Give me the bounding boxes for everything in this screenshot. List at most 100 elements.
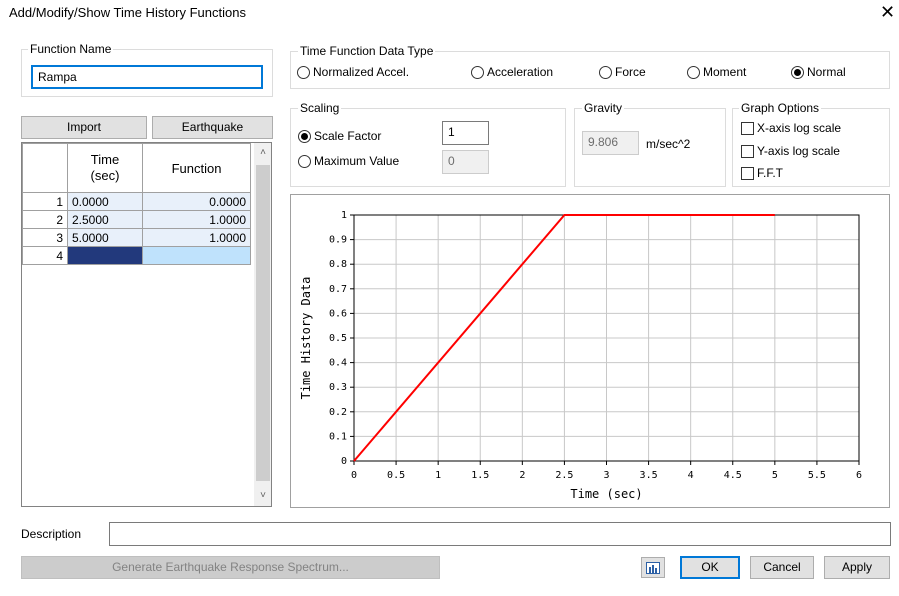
y-axis-label: Time History Data [299, 277, 313, 400]
radio-checked-icon [791, 65, 804, 79]
function-cell[interactable]: 0.0000 [142, 192, 251, 211]
radio-label: Normalized Accel. [313, 65, 410, 79]
gravity-label: Gravity [582, 101, 625, 115]
radio-icon [471, 65, 484, 79]
x-axis-label: Time (sec) [570, 487, 642, 501]
graph-icon-button[interactable] [641, 557, 665, 578]
y-tick-label: 0.4 [329, 358, 347, 369]
y-tick-label: 0.9 [329, 235, 347, 246]
radio-label: Moment [703, 65, 747, 79]
checkbox-icon [741, 121, 754, 135]
y-tick-label: 1 [341, 210, 347, 221]
y-tick-label: 0.3 [329, 382, 347, 393]
y-tick-label: 0 [341, 456, 347, 467]
x-tick-label: 2.5 [555, 470, 573, 481]
column-header-function[interactable]: Function [142, 143, 251, 193]
radio-normalized-accel[interactable]: Normalized Accel. [297, 65, 409, 79]
row-number[interactable]: 4 [22, 246, 68, 265]
cancel-button[interactable]: Cancel [750, 556, 814, 579]
radio-label: Scale Factor [314, 129, 382, 143]
checkbox-y-log[interactable]: Y-axis log scale [741, 144, 840, 158]
checkbox-label: X-axis log scale [757, 121, 842, 135]
function-cell[interactable]: 1.0000 [142, 228, 251, 247]
x-tick-label: 5.5 [808, 470, 826, 481]
radio-scale-factor[interactable]: Scale Factor [298, 129, 381, 143]
row-number[interactable]: 2 [22, 210, 68, 229]
scroll-up-icon[interactable]: ˄ [254, 143, 271, 163]
time-cell[interactable]: 5.0000 [67, 228, 143, 247]
scrollbar-thumb[interactable] [256, 165, 270, 481]
y-tick-label: 0.2 [329, 407, 347, 418]
description-input[interactable] [109, 522, 891, 546]
time-cell[interactable]: 0.0000 [67, 192, 143, 211]
chart-icon [646, 562, 660, 574]
y-tick-label: 0.6 [329, 308, 347, 319]
radio-acceleration[interactable]: Acceleration [471, 65, 553, 79]
corner-cell [22, 143, 68, 193]
scale-factor-input[interactable]: 1 [442, 121, 489, 145]
ok-button[interactable]: OK [680, 556, 740, 579]
gravity-input[interactable]: 9.806 [582, 131, 639, 155]
table-row[interactable]: 4 [22, 246, 251, 265]
radio-label: Force [615, 65, 646, 79]
radio-icon [687, 65, 700, 79]
time-cell-selected[interactable] [67, 246, 143, 265]
y-tick-label: 0.1 [329, 431, 347, 442]
checkbox-fft[interactable]: F.F.T [741, 166, 783, 180]
radio-checked-icon [298, 129, 311, 143]
table-row[interactable]: 1 0.0000 0.0000 [22, 192, 251, 211]
y-tick-label: 0.7 [329, 284, 347, 295]
import-button[interactable]: Import [21, 116, 147, 139]
description-label: Description [21, 527, 82, 541]
checkbox-x-log[interactable]: X-axis log scale [741, 121, 841, 135]
x-tick-label: 3 [603, 470, 609, 481]
radio-normal[interactable]: Normal [791, 65, 846, 79]
plot-frame: 0 0.5 1 1.5 2 2.5 3 3.5 4 4.5 5 5.5 6 0 0.1 0.2 0.3 0.4 0.… [290, 194, 890, 508]
radio-force[interactable]: Force [599, 65, 646, 79]
earthquake-button[interactable]: Earthquake [152, 116, 273, 139]
x-tick-label: 0.5 [387, 470, 405, 481]
generate-spectrum-button[interactable]: Generate Earthquake Response Spectrum... [21, 556, 440, 579]
table-scrollbar[interactable]: ˄ ˅ [254, 143, 271, 506]
x-tick-label: 4.5 [724, 470, 742, 481]
row-number[interactable]: 1 [22, 192, 68, 211]
column-header-time[interactable]: Time (sec) [67, 143, 143, 193]
table-row[interactable]: 3 5.0000 1.0000 [22, 228, 251, 247]
function-name-input[interactable]: Rampa [31, 65, 263, 89]
function-cell[interactable]: 1.0000 [142, 210, 251, 229]
x-tick-label: 0 [351, 470, 357, 481]
apply-button[interactable]: Apply [824, 556, 890, 579]
time-cell[interactable]: 2.5000 [67, 210, 143, 229]
checkbox-icon [741, 144, 754, 158]
data-type-label: Time Function Data Type [298, 44, 436, 58]
x-tick-label: 4 [688, 470, 694, 481]
table-row[interactable]: 2 2.5000 1.0000 [22, 210, 251, 229]
radio-label: Acceleration [487, 65, 554, 79]
radio-icon [298, 154, 311, 168]
radio-maximum-value[interactable]: Maximum Value [298, 154, 399, 168]
y-tick-label: 0.5 [329, 333, 347, 344]
checkbox-icon [741, 166, 754, 180]
y-tick-label: 0.8 [329, 259, 347, 270]
checkbox-label: Y-axis log scale [757, 144, 840, 158]
radio-label: Maximum Value [314, 154, 400, 168]
radio-icon [599, 65, 612, 79]
gravity-unit: m/sec^2 [646, 137, 691, 151]
function-cell-selected[interactable] [142, 246, 251, 265]
checkbox-label: F.F.T [757, 166, 783, 180]
scroll-down-icon[interactable]: ˅ [254, 486, 271, 506]
x-tick-label: 2 [519, 470, 525, 481]
radio-icon [297, 65, 310, 79]
x-tick-label: 6 [856, 470, 862, 481]
x-tick-label: 1.5 [471, 470, 489, 481]
scaling-group [290, 108, 566, 187]
row-number[interactable]: 3 [22, 228, 68, 247]
x-tick-label: 1 [435, 470, 441, 481]
x-tick-label: 3.5 [640, 470, 658, 481]
graph-options-label: Graph Options [739, 101, 822, 115]
close-icon[interactable]: ✕ [876, 0, 899, 24]
maximum-value-input[interactable]: 0 [442, 150, 489, 174]
radio-moment[interactable]: Moment [687, 65, 746, 79]
data-table[interactable]: Time (sec) Function 1 0.0000 0.0000 2 2.… [21, 142, 272, 507]
window-title: Add/Modify/Show Time History Functions [9, 5, 246, 20]
